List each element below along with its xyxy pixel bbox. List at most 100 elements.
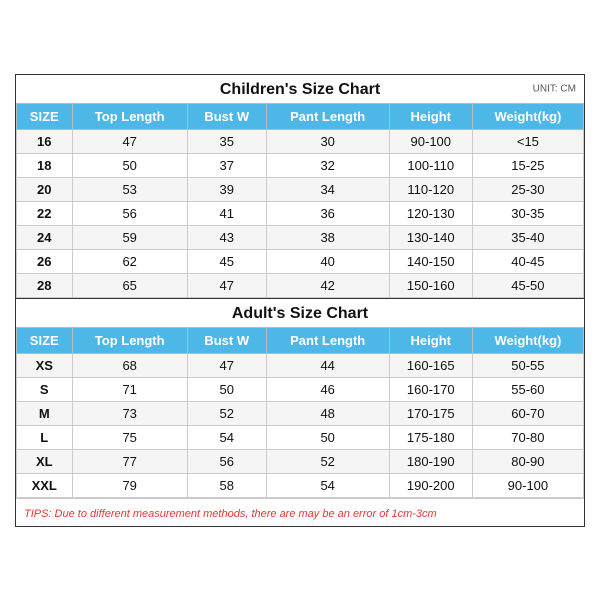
- adult-table: SIZE Top Length Bust W Pant Length Heigh…: [16, 327, 584, 498]
- table-cell: 80-90: [472, 449, 583, 473]
- table-cell: 34: [266, 177, 389, 201]
- table-cell: 170-175: [389, 401, 472, 425]
- children-header-row: SIZE Top Length Bust W Pant Length Heigh…: [17, 103, 584, 129]
- table-cell: 56: [72, 201, 187, 225]
- table-cell: 45: [187, 249, 266, 273]
- table-row: M735248170-17560-70: [17, 401, 584, 425]
- children-table: SIZE Top Length Bust W Pant Length Heigh…: [16, 103, 584, 298]
- table-cell: 24: [17, 225, 73, 249]
- table-cell: 79: [72, 473, 187, 497]
- children-col-pant: Pant Length: [266, 103, 389, 129]
- table-cell: 26: [17, 249, 73, 273]
- table-cell: 50: [266, 425, 389, 449]
- children-col-size: SIZE: [17, 103, 73, 129]
- table-cell: 150-160: [389, 273, 472, 297]
- table-row: 28654742150-16045-50: [17, 273, 584, 297]
- table-cell: 58: [187, 473, 266, 497]
- table-cell: 62: [72, 249, 187, 273]
- table-cell: 44: [266, 353, 389, 377]
- table-cell: 38: [266, 225, 389, 249]
- table-cell: 130-140: [389, 225, 472, 249]
- table-cell: 30-35: [472, 201, 583, 225]
- table-cell: 71: [72, 377, 187, 401]
- unit-label: UNIT: CM: [533, 83, 576, 94]
- table-cell: 37: [187, 153, 266, 177]
- table-cell: 40: [266, 249, 389, 273]
- table-cell: 100-110: [389, 153, 472, 177]
- table-cell: 36: [266, 201, 389, 225]
- table-cell: 77: [72, 449, 187, 473]
- table-cell: 43: [187, 225, 266, 249]
- table-row: 24594338130-14035-40: [17, 225, 584, 249]
- table-cell: 75: [72, 425, 187, 449]
- table-cell: 35: [187, 129, 266, 153]
- table-cell: 110-120: [389, 177, 472, 201]
- table-cell: 39: [187, 177, 266, 201]
- table-cell: 53: [72, 177, 187, 201]
- table-cell: 47: [72, 129, 187, 153]
- table-cell: 65: [72, 273, 187, 297]
- table-cell: 16: [17, 129, 73, 153]
- table-cell: 73: [72, 401, 187, 425]
- table-cell: 15-25: [472, 153, 583, 177]
- table-cell: 140-150: [389, 249, 472, 273]
- adult-col-bust: Bust W: [187, 327, 266, 353]
- table-cell: 160-170: [389, 377, 472, 401]
- table-cell: 68: [72, 353, 187, 377]
- table-cell: 47: [187, 273, 266, 297]
- table-row: 20533934110-12025-30: [17, 177, 584, 201]
- table-cell: 120-130: [389, 201, 472, 225]
- table-cell: 46: [266, 377, 389, 401]
- table-cell: 35-40: [472, 225, 583, 249]
- table-cell: 55-60: [472, 377, 583, 401]
- table-cell: 48: [266, 401, 389, 425]
- table-row: 26624540140-15040-45: [17, 249, 584, 273]
- children-col-top: Top Length: [72, 103, 187, 129]
- table-cell: <15: [472, 129, 583, 153]
- table-cell: 25-30: [472, 177, 583, 201]
- table-row: 22564136120-13030-35: [17, 201, 584, 225]
- table-cell: 42: [266, 273, 389, 297]
- table-cell: 30: [266, 129, 389, 153]
- adult-col-height: Height: [389, 327, 472, 353]
- table-cell: 52: [187, 401, 266, 425]
- adult-header-row: SIZE Top Length Bust W Pant Length Heigh…: [17, 327, 584, 353]
- children-col-bust: Bust W: [187, 103, 266, 129]
- table-cell: 18: [17, 153, 73, 177]
- table-cell: 47: [187, 353, 266, 377]
- table-cell: 175-180: [389, 425, 472, 449]
- table-cell: 54: [266, 473, 389, 497]
- adult-col-top: Top Length: [72, 327, 187, 353]
- adult-col-weight: Weight(kg): [472, 327, 583, 353]
- tips-text: TIPS: Due to different measurement metho…: [24, 508, 437, 520]
- children-col-weight: Weight(kg): [472, 103, 583, 129]
- table-cell: 22: [17, 201, 73, 225]
- table-cell: L: [17, 425, 73, 449]
- table-cell: XL: [17, 449, 73, 473]
- table-cell: 59: [72, 225, 187, 249]
- table-cell: 190-200: [389, 473, 472, 497]
- table-cell: S: [17, 377, 73, 401]
- table-cell: 52: [266, 449, 389, 473]
- children-section-title-row: Children's Size Chart UNIT: CM: [16, 75, 584, 103]
- table-row: XL775652180-19080-90: [17, 449, 584, 473]
- table-row: XXL795854190-20090-100: [17, 473, 584, 497]
- table-cell: 45-50: [472, 273, 583, 297]
- table-cell: 20: [17, 177, 73, 201]
- table-cell: 50: [72, 153, 187, 177]
- table-cell: 60-70: [472, 401, 583, 425]
- table-cell: 50: [187, 377, 266, 401]
- table-cell: M: [17, 401, 73, 425]
- table-row: 18503732100-11015-25: [17, 153, 584, 177]
- table-cell: 40-45: [472, 249, 583, 273]
- adult-section-title-row: Adult's Size Chart: [16, 298, 584, 327]
- adult-col-pant: Pant Length: [266, 327, 389, 353]
- table-cell: 50-55: [472, 353, 583, 377]
- children-col-height: Height: [389, 103, 472, 129]
- adult-title: Adult's Size Chart: [232, 305, 368, 322]
- tips-row: TIPS: Due to different measurement metho…: [16, 498, 584, 526]
- table-row: XS684744160-16550-55: [17, 353, 584, 377]
- size-chart: Children's Size Chart UNIT: CM SIZE Top …: [15, 74, 585, 527]
- table-cell: 90-100: [389, 129, 472, 153]
- table-cell: 180-190: [389, 449, 472, 473]
